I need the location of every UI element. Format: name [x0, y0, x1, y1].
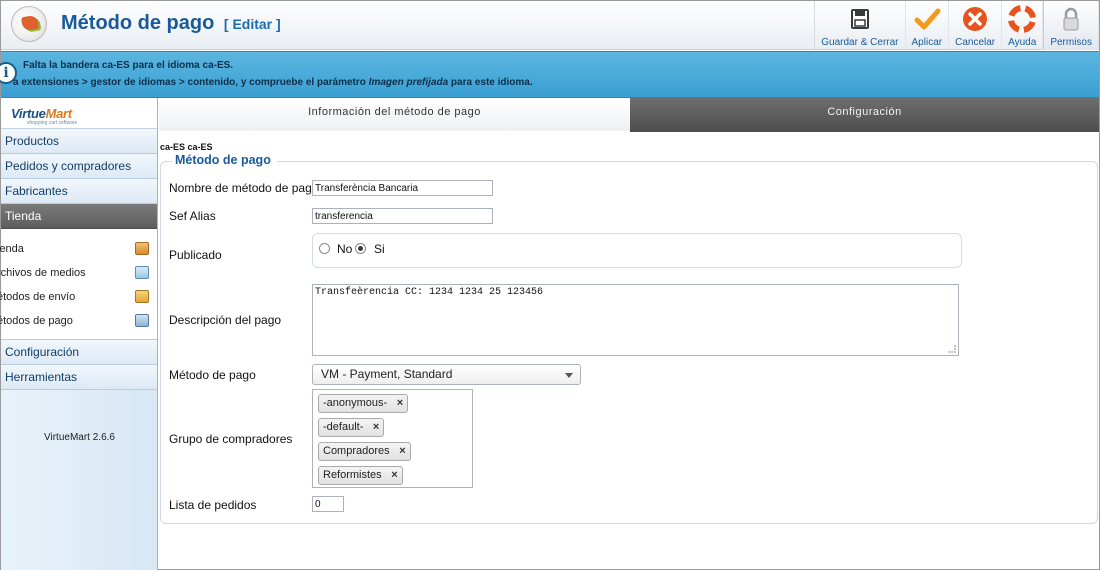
- permissions-button[interactable]: Permisos: [1043, 1, 1099, 50]
- permissions-label: Permisos: [1050, 37, 1092, 48]
- save-close-button[interactable]: Guardar & Cerrar: [815, 1, 906, 50]
- radio-si-label: Si: [374, 242, 385, 256]
- published-box: [312, 233, 962, 268]
- message-line-2: a extensiones > gestor de idiomas > cont…: [13, 77, 533, 88]
- fieldset-legend: Método de pago: [172, 153, 277, 167]
- cancel-label: Cancelar: [955, 37, 996, 48]
- radio-no[interactable]: [319, 243, 330, 254]
- message-bar: i Falta la bandera ca-ES para el idioma …: [0, 51, 1099, 98]
- chevron-down-icon: [565, 373, 573, 378]
- remove-icon[interactable]: ×: [397, 395, 403, 412]
- submenu-item-tienda[interactable]: ienda: [0, 237, 157, 261]
- truck-icon: [135, 290, 149, 303]
- check-icon: [914, 8, 941, 30]
- page-title: Método de pago [ Editar ]: [61, 12, 281, 34]
- name-label: Nombre de método de pago: [169, 181, 319, 195]
- group-chip: -anonymous- ×: [318, 394, 409, 413]
- radio-si[interactable]: [355, 243, 366, 254]
- name-input[interactable]: [312, 180, 493, 196]
- group-chip: Reformistes ×: [318, 466, 403, 485]
- message-line-1: Falta la bandera ca-ES para el idioma ca…: [23, 60, 234, 71]
- sidebar-item-pedidos[interactable]: Pedidos y compradores: [1, 154, 157, 179]
- resize-grip-icon[interactable]: [948, 345, 956, 353]
- description-textarea[interactable]: Transfeèrencia CC: 1234 1234 25 123456: [312, 284, 959, 356]
- description-label: Descripción del pago: [169, 313, 282, 327]
- language-note: ca-ES ca-ES: [160, 142, 213, 152]
- virtuemart-logo: VirtueMart shopping cart software: [1, 98, 157, 129]
- submenu-item-media[interactable]: rchivos de medios: [0, 261, 157, 285]
- group-chip: -default- ×: [318, 418, 385, 437]
- tab-payment-info[interactable]: Información del método de pago: [159, 98, 630, 132]
- help-label: Ayuda: [1008, 37, 1037, 48]
- media-icon: [135, 266, 149, 279]
- radio-no-label: No: [337, 242, 353, 256]
- cancel-button[interactable]: Cancelar: [949, 1, 1003, 50]
- toolbar: Guardar & Cerrar Aplicar Cancelar Ayuda …: [814, 1, 1099, 50]
- remove-icon[interactable]: ×: [391, 467, 397, 484]
- payment-icon: [135, 314, 149, 327]
- orders-label: Lista de pedidos: [169, 498, 257, 512]
- remove-icon[interactable]: ×: [399, 443, 405, 460]
- sidebar-item-herramientas[interactable]: Herramientas: [1, 365, 157, 390]
- groups-label: Grupo de compradores: [169, 432, 293, 446]
- sidebar-item-fabricantes[interactable]: Fabricantes: [1, 179, 157, 204]
- group-chip: Compradores ×: [318, 442, 411, 461]
- app-logo-icon: [11, 6, 47, 42]
- cancel-icon: [963, 7, 988, 31]
- sidebar-submenu: ienda rchivos de medios étodos de envío …: [0, 229, 157, 340]
- submenu-item-shipment[interactable]: étodos de envío: [0, 285, 157, 309]
- shopper-groups-select[interactable]: -anonymous- × -default- × Compradores × Ref…: [312, 389, 473, 488]
- alias-label: Sef Alias: [169, 209, 216, 223]
- help-button[interactable]: Ayuda: [1002, 1, 1044, 50]
- edit-label: [ Editar ]: [223, 16, 281, 32]
- save-icon: [850, 9, 869, 29]
- sidebar-item-tienda[interactable]: Tienda: [1, 204, 157, 229]
- sidebar: VirtueMart shopping cart software Produc…: [0, 98, 158, 570]
- remove-icon[interactable]: ×: [373, 419, 379, 436]
- apply-label: Aplicar: [911, 37, 943, 48]
- sidebar-item-configuracion[interactable]: Configuración: [1, 340, 157, 365]
- tab-bar: Información del método de pago Configura…: [159, 98, 1099, 132]
- version-label: VirtueMart 2.6.6: [44, 432, 115, 443]
- page-header: Método de pago [ Editar ] Guardar & Cerr…: [1, 1, 1099, 50]
- sidebar-item-productos[interactable]: Productos: [1, 129, 157, 154]
- alias-input[interactable]: [312, 208, 493, 224]
- orders-input[interactable]: [312, 496, 344, 512]
- submenu-item-payment[interactable]: étodos de pago: [0, 309, 157, 333]
- store-icon: [135, 242, 149, 255]
- tab-configuration[interactable]: Configuración: [630, 98, 1099, 132]
- payment-method-select[interactable]: VM - Payment, Standard: [312, 364, 581, 385]
- help-icon: [1008, 5, 1037, 33]
- apply-button[interactable]: Aplicar: [906, 1, 950, 50]
- save-close-label: Guardar & Cerrar: [821, 37, 899, 48]
- published-label: Publicado: [169, 248, 222, 262]
- lock-icon: [1063, 7, 1079, 31]
- method-label: Método de pago: [169, 368, 256, 382]
